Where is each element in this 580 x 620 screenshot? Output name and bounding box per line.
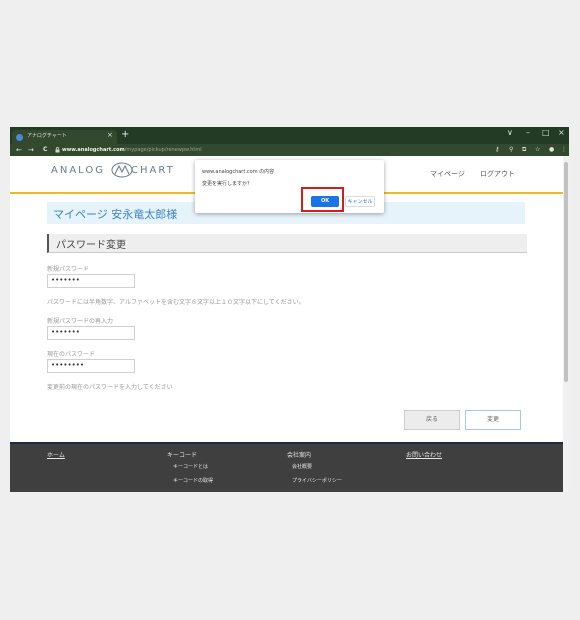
new-password-input[interactable]: ••••••• bbox=[47, 274, 135, 288]
address-bar: ← → C www.analogchart.com/mypage/pickup/… bbox=[10, 144, 569, 156]
tab-search-icon[interactable]: ∨ bbox=[507, 128, 513, 137]
dialog-message: 変更を実行しますか？ bbox=[202, 181, 253, 187]
favicon-icon bbox=[16, 134, 23, 141]
profile-icon[interactable]: ● bbox=[549, 144, 554, 156]
logo-right-text: CHART bbox=[131, 165, 175, 176]
cancel-button[interactable]: キャンセル bbox=[345, 196, 375, 207]
logo-mark-icon bbox=[111, 162, 133, 178]
reload-button[interactable]: C bbox=[43, 144, 47, 156]
new-password-value: ••••••• bbox=[51, 276, 80, 284]
confirm-dialog: www.analogchart.com の内容 変更を実行しますか？ OK キャ… bbox=[195, 160, 384, 213]
mypage-title: マイページ 安永竜太郎様 bbox=[53, 208, 178, 221]
share-icon[interactable]: ⧉ bbox=[522, 144, 526, 156]
url-domain: www.analogchart.com bbox=[62, 147, 125, 153]
maximize-button[interactable]: □ bbox=[542, 128, 550, 137]
logo-left-text: ANALOG bbox=[51, 165, 105, 176]
highlight-box bbox=[301, 187, 344, 212]
tab-strip: アナログチャート × + ∨ – □ × bbox=[10, 127, 569, 144]
footer-company-overview-link[interactable]: 会社概要 bbox=[292, 463, 312, 470]
lock-icon[interactable] bbox=[55, 147, 60, 153]
footer-home-link[interactable]: ホーム bbox=[47, 450, 65, 459]
current-password-label: 現在のパスワード bbox=[47, 351, 96, 358]
current-password-value: •••••••• bbox=[51, 361, 85, 369]
footer: ホーム キーコード キーコードとは キーコードの取得 会社案内 会社概要 プライ… bbox=[10, 442, 563, 492]
close-window-button[interactable]: × bbox=[558, 128, 565, 137]
zoom-icon[interactable]: ⚲ bbox=[509, 144, 513, 156]
confirm-password-input[interactable]: ••••••• bbox=[47, 326, 135, 340]
star-icon[interactable]: ☆ bbox=[535, 144, 540, 156]
password-hint: パスワードには半角数字、アルファベットを含む文字６文字以上１０文字以下にしてくだ… bbox=[47, 299, 305, 306]
footer-company-heading: 会社案内 bbox=[287, 452, 312, 459]
back-page-button[interactable]: 戻る bbox=[404, 410, 460, 430]
back-button[interactable]: ← bbox=[16, 144, 22, 156]
minimize-button[interactable]: – bbox=[526, 128, 530, 137]
section-heading: パスワード変更 bbox=[47, 234, 527, 253]
footer-keycode-get-link[interactable]: キーコードの取得 bbox=[173, 477, 213, 484]
tab-title: アナログチャート bbox=[27, 133, 67, 139]
nav-logout[interactable]: ログアウト bbox=[480, 169, 515, 179]
confirm-password-value: ••••••• bbox=[51, 328, 80, 336]
scrollbar[interactable] bbox=[563, 156, 569, 492]
dialog-title: www.analogchart.com の内容 bbox=[202, 169, 275, 175]
current-password-input[interactable]: •••••••• bbox=[47, 359, 135, 373]
new-tab-button[interactable]: + bbox=[121, 129, 129, 141]
scrollbar-thumb[interactable] bbox=[564, 162, 568, 382]
current-password-hint: 変更前の現在のパスワードを入力してください bbox=[47, 384, 173, 391]
key-icon[interactable]: ⚷ bbox=[495, 144, 499, 156]
change-button[interactable]: 変更 bbox=[465, 410, 521, 430]
url-field[interactable]: www.analogchart.com/mypage/pickup/renewp… bbox=[62, 144, 202, 156]
url-path: /mypage/pickup/renewpw.html bbox=[124, 147, 202, 153]
section-title: パスワード変更 bbox=[56, 240, 126, 251]
footer-keycode-heading: キーコード bbox=[167, 452, 198, 459]
footer-contact-link[interactable]: お問い合わせ bbox=[406, 450, 442, 459]
confirm-password-label: 新規パスワードの再入力 bbox=[47, 318, 114, 325]
footer-privacy-link[interactable]: プライバシーポリシー bbox=[292, 477, 342, 484]
close-tab-icon[interactable]: × bbox=[107, 131, 113, 139]
forward-button[interactable]: → bbox=[28, 144, 34, 156]
menu-icon[interactable]: ⋮ bbox=[561, 144, 567, 156]
browser-tab[interactable]: アナログチャート × bbox=[12, 130, 117, 144]
nav-mypage[interactable]: マイページ bbox=[430, 169, 465, 179]
new-password-label: 新規パスワード bbox=[47, 266, 90, 273]
footer-keycode-about-link[interactable]: キーコードとは bbox=[173, 463, 208, 470]
